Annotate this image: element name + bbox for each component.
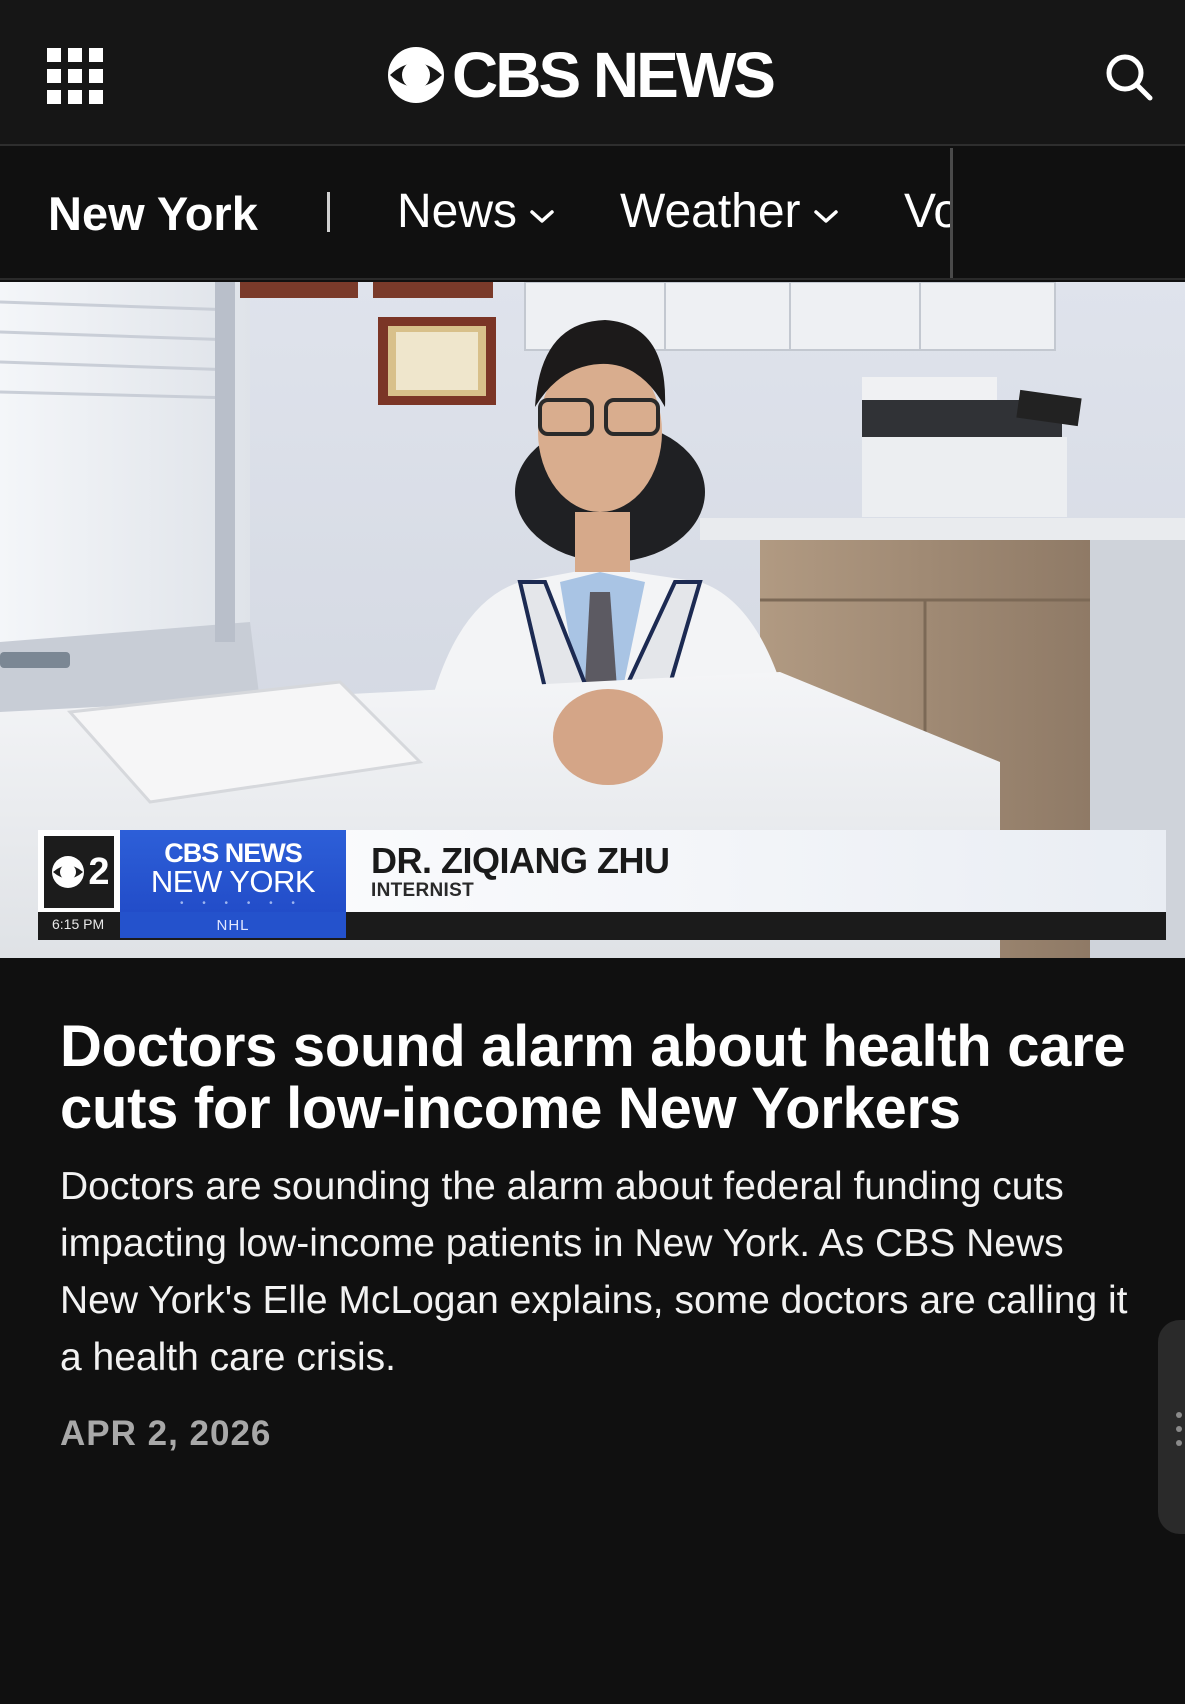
scroll-handle[interactable] [1158,1320,1185,1534]
station-dots: • • • • • • [180,898,303,909]
nav-item-label: News [397,185,518,238]
video-player[interactable]: 2 CBS NEWS NEW YORK • • • • • • DR. ZIQI… [0,282,1185,958]
station-name: NEW YORK [150,864,316,899]
speaker-title: INTERNIST [371,880,474,901]
ticker-label: NHL [120,912,346,938]
cbs-eye-icon [388,47,444,103]
nav-item-news[interactable]: News [397,184,555,239]
article-headline[interactable]: Doctors sound alarm about health care cu… [60,1016,1160,1140]
speaker-name: DR. ZIQIANG ZHU [371,840,670,881]
nav-item-weather[interactable]: Weather [620,184,839,239]
nav-scroll-divider [950,148,953,278]
chevron-down-icon [530,209,554,223]
nav-item-label: Vo [904,185,950,238]
broadcast-time: 6:15 PM [52,916,105,932]
nav-separator [327,192,330,232]
section-nav: New York News Weather Vo [0,148,1185,280]
logo-text: CBS NEWS [452,39,776,111]
cbs-news-logo[interactable]: CBS NEWS [386,39,776,111]
nav-item-video-clipped[interactable]: Vo [900,148,950,278]
nav-region-new-york[interactable]: New York [48,186,258,241]
article-date: APR 2, 2026 [60,1414,272,1453]
grid-menu-icon[interactable] [47,48,103,104]
channel-2-logo: 2 [44,836,114,908]
article-summary: Doctors are sounding the alarm about fed… [60,1165,1128,1379]
chevron-down-icon [813,209,838,223]
search-icon[interactable] [1104,52,1154,102]
channel-number: 2 [88,850,109,893]
nav-item-label: Weather [620,185,801,238]
top-header: CBS NEWS [0,0,1185,146]
lower-third-banner: 2 CBS NEWS NEW YORK • • • • • • DR. ZIQI… [38,830,1166,940]
